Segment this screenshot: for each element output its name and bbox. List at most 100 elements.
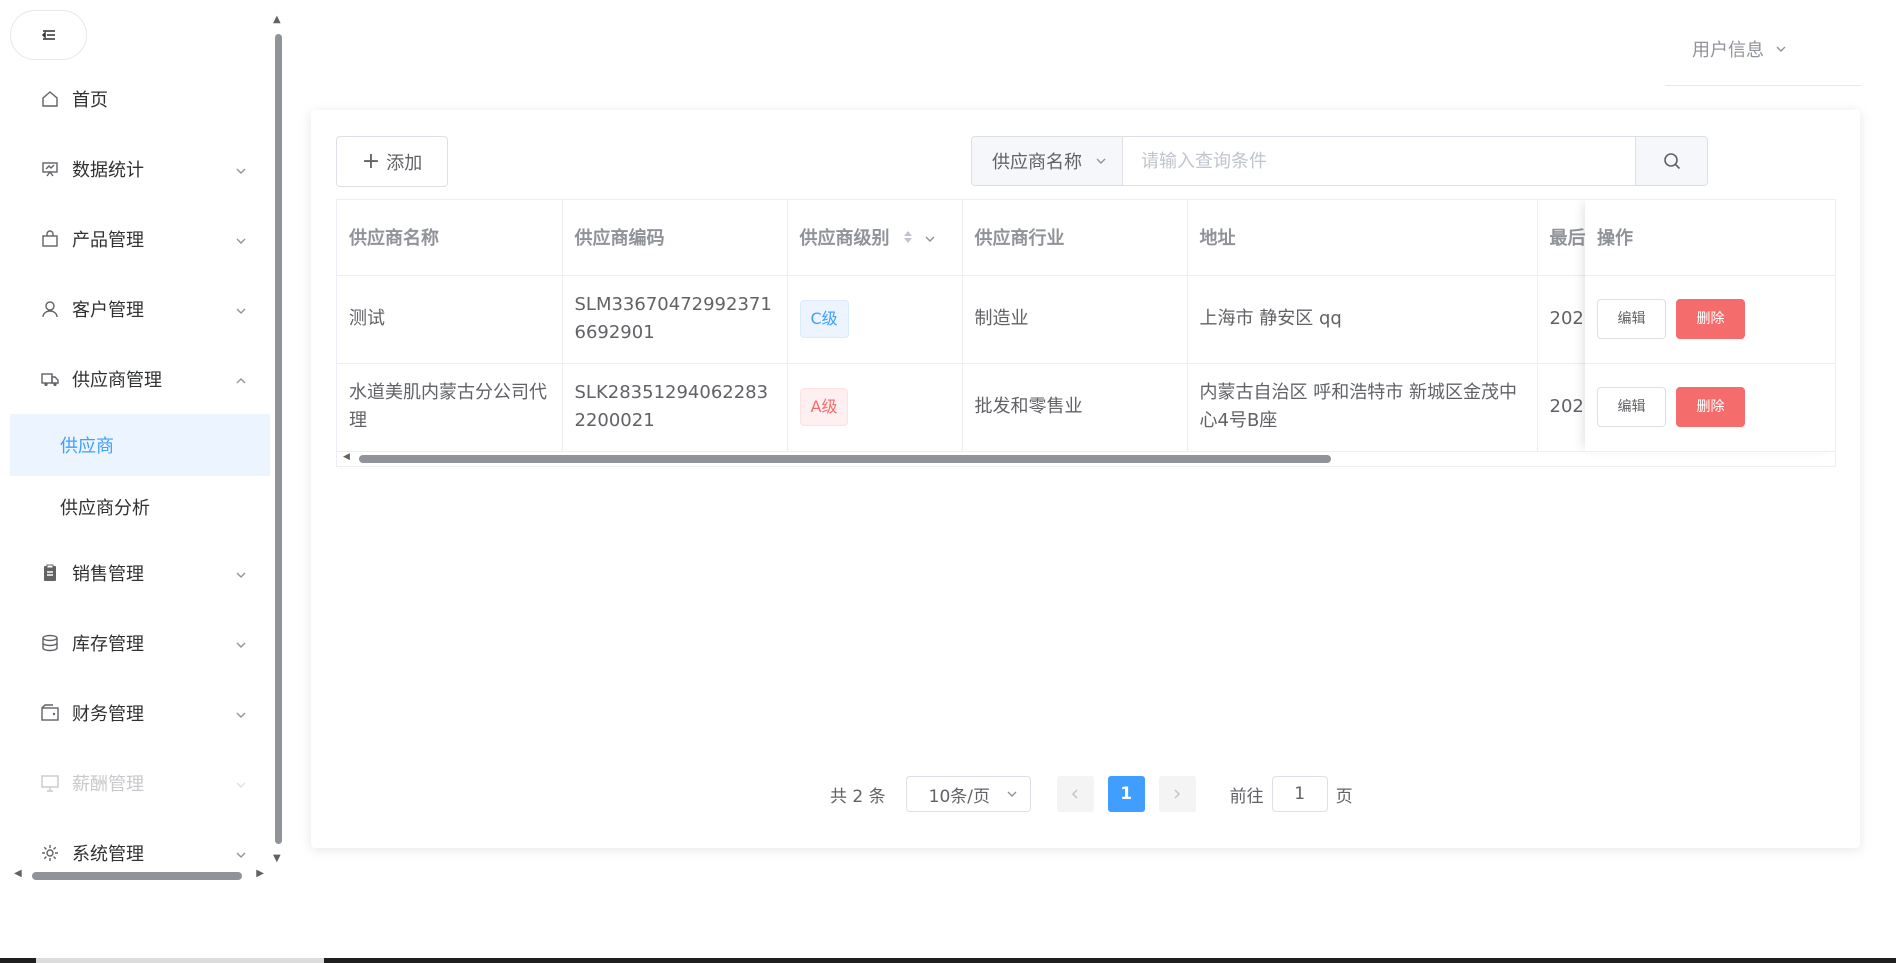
supplier-table: 供应商名称 供应商编码 供应商级别 供应商行业 地址 最后 测试 SLM3367… — [336, 199, 1836, 467]
bag-icon — [40, 229, 60, 249]
supplier-card: + 添加 供应商名称 供应商名称 供应商编码 — [311, 110, 1860, 848]
scroll-up-icon[interactable]: ▲ — [273, 14, 281, 25]
chevron-down-icon — [234, 846, 248, 860]
menu-item-label: 数据统计 — [72, 160, 144, 181]
home-icon — [40, 89, 60, 109]
chevron-down-icon — [1776, 46, 1786, 52]
header-label: 供应商级别 — [799, 228, 890, 250]
chevron-right-icon — [1174, 789, 1181, 799]
filter-chevron-icon[interactable] — [920, 228, 936, 249]
scrollbar-thumb[interactable] — [32, 872, 242, 880]
goto-suffix: 页 — [1335, 786, 1353, 807]
scroll-right-icon[interactable]: ▶ — [256, 868, 264, 879]
chevron-down-icon — [234, 302, 248, 316]
scrollbar-thumb[interactable] — [359, 455, 1331, 463]
user-info-dropdown[interactable]: 用户信息 — [1692, 36, 1788, 62]
menu-item-customers[interactable]: 客户管理 — [10, 274, 270, 344]
level-tag: C级 — [799, 300, 849, 338]
search-field-select[interactable]: 供应商名称 — [972, 137, 1123, 185]
sidebar-horizontal-scrollbar[interactable]: ◀ ▶ — [14, 868, 264, 884]
cell-actions: 编辑 删除 — [1585, 363, 1835, 452]
scroll-left-icon[interactable]: ◀ — [343, 452, 350, 462]
header-label: 最后 — [1549, 228, 1586, 250]
column-header-name: 供应商名称 — [337, 200, 563, 276]
scroll-down-icon[interactable]: ▼ — [273, 853, 281, 864]
column-header-actions: 操作 — [1585, 200, 1835, 276]
search-input[interactable] — [1123, 137, 1635, 185]
chevron-left-icon — [1072, 789, 1078, 799]
menu-item-label: 库存管理 — [72, 634, 144, 655]
delete-button[interactable]: 删除 — [1676, 387, 1745, 427]
goto-page-input[interactable] — [1271, 776, 1328, 812]
page-jumper: 前往 页 — [1230, 776, 1353, 812]
sidebar-vertical-scrollbar[interactable]: ▲ ▼ — [273, 14, 283, 864]
menu-item-label: 产品管理 — [72, 230, 144, 251]
cell-industry: 批发和零售业 — [962, 363, 1188, 452]
table-horizontal-scrollbar[interactable]: ◀ — [337, 452, 1585, 466]
user-info-label: 用户信息 — [1692, 40, 1764, 61]
next-page-button[interactable] — [1158, 776, 1196, 812]
add-button-label: 添加 — [386, 152, 423, 174]
cell-actions: 编辑 删除 — [1585, 275, 1835, 364]
header-label: 供应商行业 — [974, 228, 1065, 250]
menu-item-home[interactable]: 首页 — [10, 64, 270, 134]
add-button[interactable]: + 添加 — [336, 136, 448, 187]
header-label: 地址 — [1199, 228, 1236, 250]
scroll-left-icon[interactable]: ◀ — [14, 868, 22, 879]
menu-item-label: 销售管理 — [72, 564, 144, 585]
delete-button[interactable]: 删除 — [1676, 299, 1745, 339]
table-header-row: 操作 — [1585, 200, 1835, 276]
chevron-down-icon — [234, 636, 248, 650]
sidebar: 首页 数据统计 产品管理 客户管理 供应商管理 供应商 供应商分析 销售管理 库… — [0, 0, 285, 888]
menu-item-label: 系统管理 — [72, 844, 144, 865]
menu-item-payroll: 薪酬管理 — [10, 748, 270, 818]
pagination: 共 2 条 10条/页 1 前往 页 — [830, 776, 1353, 812]
cell-name: 测试 — [337, 275, 563, 364]
search-icon — [1663, 153, 1680, 170]
submenu-item-suppliers[interactable]: 供应商 — [10, 414, 270, 476]
chevron-down-icon — [1096, 158, 1106, 164]
menu-item-sales[interactable]: 销售管理 — [10, 538, 270, 608]
chevron-down-icon — [1007, 791, 1017, 797]
sort-icon[interactable] — [902, 229, 914, 250]
menu-item-products[interactable]: 产品管理 — [10, 204, 270, 274]
page-number-button[interactable]: 1 — [1107, 776, 1145, 812]
cell-level: C级 — [787, 275, 963, 364]
chevron-down-icon — [234, 162, 248, 176]
column-header-industry: 供应商行业 — [962, 200, 1188, 276]
page-size-label: 10条/页 — [928, 786, 990, 807]
clipboard-icon — [40, 563, 60, 583]
wallet-icon — [40, 703, 60, 723]
submenu-item-label: 供应商 — [60, 436, 114, 457]
chevron-up-icon — [234, 372, 248, 386]
chevron-down-icon — [234, 232, 248, 246]
chevron-down-icon — [234, 566, 248, 580]
scrollbar-thumb[interactable] — [275, 34, 282, 844]
app-root: 首页 数据统计 产品管理 客户管理 供应商管理 供应商 供应商分析 销售管理 库… — [0, 0, 1896, 963]
menu-item-label: 首页 — [72, 90, 108, 111]
prev-page-button[interactable] — [1056, 776, 1094, 812]
column-header-level[interactable]: 供应商级别 — [787, 200, 963, 276]
taskbar-segment — [36, 958, 324, 963]
page-size-select[interactable]: 10条/页 — [905, 776, 1031, 812]
submenu-item-supplier-analysis[interactable]: 供应商分析 — [10, 476, 270, 538]
menu-item-label: 财务管理 — [72, 704, 144, 725]
edit-button[interactable]: 编辑 — [1597, 387, 1666, 427]
search-group: 供应商名称 — [971, 136, 1708, 186]
monitor-icon — [40, 773, 60, 793]
menu-item-suppliers[interactable]: 供应商管理 — [10, 344, 270, 414]
cell-address: 上海市 静安区 qq — [1187, 275, 1538, 364]
total-count: 共 2 条 — [830, 786, 886, 807]
user-icon — [40, 299, 60, 319]
search-button[interactable] — [1635, 137, 1707, 185]
collapse-sidebar-button[interactable] — [10, 10, 87, 60]
menu-item-inventory[interactable]: 库存管理 — [10, 608, 270, 678]
menu-item-finance[interactable]: 财务管理 — [10, 678, 270, 748]
cell-code: SLM336704729923716692901 — [562, 275, 788, 364]
menu-item-statistics[interactable]: 数据统计 — [10, 134, 270, 204]
cell-industry: 制造业 — [962, 275, 1188, 364]
column-header-address: 地址 — [1187, 200, 1538, 276]
coins-icon — [40, 633, 60, 653]
cell-name: 水道美肌内蒙古分公司代理 — [337, 363, 563, 452]
edit-button[interactable]: 编辑 — [1597, 299, 1666, 339]
